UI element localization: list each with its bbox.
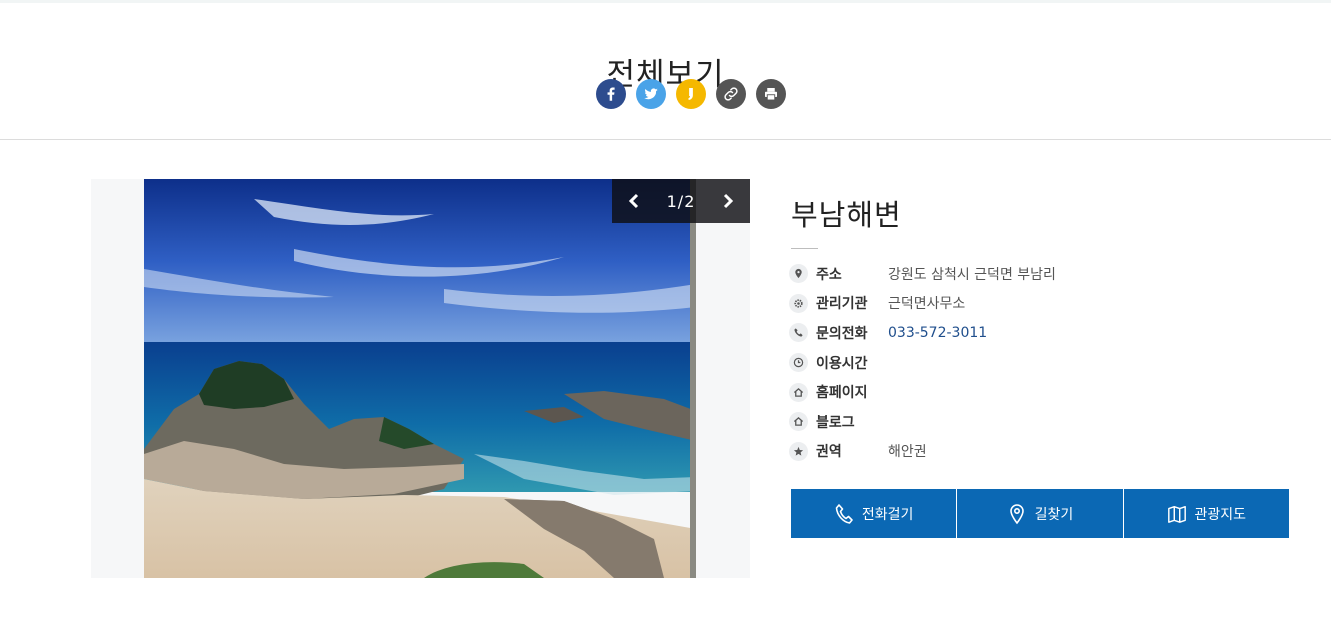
info-label: 권역 xyxy=(816,444,842,461)
chevron-left-icon xyxy=(628,193,639,209)
directions-button[interactable]: 길찾기 xyxy=(956,489,1123,538)
info-row-phone: 문의전화 033-572-3011 xyxy=(789,318,1289,348)
place-name: 부남해변 xyxy=(791,198,902,232)
twitter-share-button[interactable] xyxy=(636,79,666,109)
directions-label: 길찾기 xyxy=(1034,506,1074,523)
info-row-agency: 관리기관 근덕면사무소 xyxy=(789,289,1289,319)
info-label: 문의전화 xyxy=(816,325,868,342)
chevron-right-icon xyxy=(723,193,734,209)
info-row-blog: 블로그 xyxy=(789,407,1289,437)
info-value-region: 해안권 xyxy=(888,444,927,461)
photo-gallery: 1/2 xyxy=(91,179,750,578)
phone-icon xyxy=(789,323,808,343)
gear-icon xyxy=(789,293,808,313)
info-label: 주소 xyxy=(816,266,842,283)
call-button[interactable]: 전화걸기 xyxy=(791,489,957,538)
phone-icon xyxy=(835,503,853,524)
location-pin-icon xyxy=(789,264,808,284)
tourist-map-button[interactable]: 관광지도 xyxy=(1122,489,1289,538)
call-label: 전화걸기 xyxy=(861,506,914,523)
kakaostory-icon xyxy=(688,88,693,100)
location-pin-icon xyxy=(1009,503,1024,524)
home-icon xyxy=(789,412,808,432)
info-value-address: 강원도 삼척시 근덕면 부남리 xyxy=(888,266,1056,283)
header-divider xyxy=(0,139,1331,140)
gallery-pager: 1/2 xyxy=(612,179,750,223)
print-icon xyxy=(765,88,777,101)
info-row-homepage: 홈페이지 xyxy=(789,377,1289,407)
beach-photo xyxy=(144,179,696,578)
facebook-share-button[interactable] xyxy=(596,79,626,109)
photo-edge xyxy=(690,179,696,578)
prev-photo-button[interactable] xyxy=(612,179,656,223)
next-photo-button[interactable] xyxy=(706,179,750,223)
info-label: 관리기관 xyxy=(816,296,868,313)
photo-counter: 1/2 xyxy=(666,191,696,211)
link-icon xyxy=(724,87,738,101)
info-row-region: 권역 해안권 xyxy=(789,437,1289,467)
twitter-icon xyxy=(644,88,658,100)
print-button[interactable] xyxy=(756,79,786,109)
info-value-agency: 근덕면사무소 xyxy=(888,296,966,313)
facebook-icon xyxy=(607,87,615,101)
action-buttons: 전화걸기 길찾기 관광지도 xyxy=(791,489,1289,538)
tourist-map-label: 관광지도 xyxy=(1194,506,1247,523)
info-label: 블로그 xyxy=(816,414,855,431)
info-row-address: 주소 강원도 삼척시 근덕면 부남리 xyxy=(789,259,1289,289)
map-icon xyxy=(1167,505,1186,523)
top-accent-line xyxy=(0,0,1331,3)
place-info-list: 주소 강원도 삼척시 근덕면 부남리 관리기관 근덕면사무소 문의전화 033-… xyxy=(789,259,1289,466)
star-icon xyxy=(789,441,808,461)
share-bar xyxy=(596,79,786,109)
info-label: 이용시간 xyxy=(816,355,868,372)
home-icon xyxy=(789,382,808,402)
info-label: 홈페이지 xyxy=(816,385,868,402)
kakaostory-share-button[interactable] xyxy=(676,79,706,109)
info-row-hours: 이용시간 xyxy=(789,348,1289,378)
info-value-phone-link[interactable]: 033-572-3011 xyxy=(888,325,987,341)
copy-link-button[interactable] xyxy=(716,79,746,109)
name-underline xyxy=(791,248,818,249)
clock-icon xyxy=(789,353,808,373)
